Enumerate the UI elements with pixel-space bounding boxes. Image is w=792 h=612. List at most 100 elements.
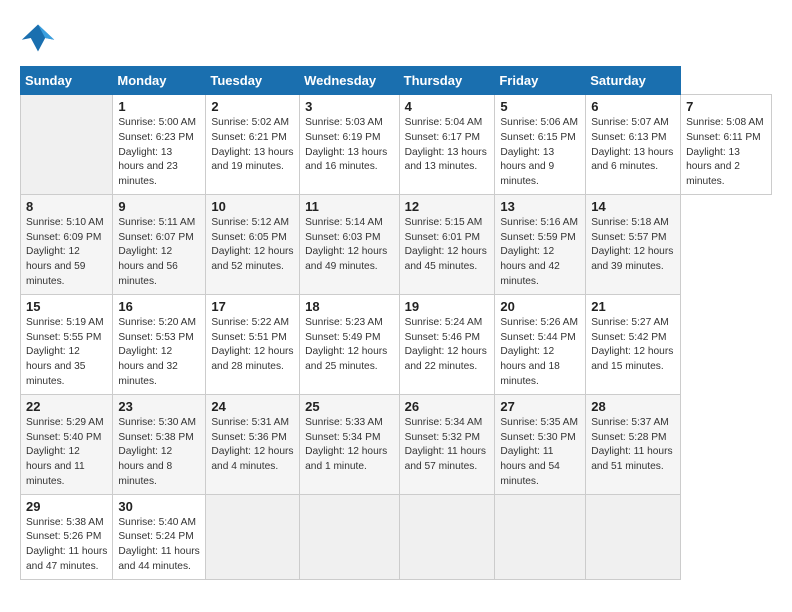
day-info: Sunrise: 5:15 AMSunset: 6:01 PMDaylight:…	[405, 216, 490, 275]
day-info: Sunrise: 5:20 AMSunset: 5:53 PMDaylight:…	[118, 316, 200, 390]
calendar-cell: 29 Sunrise: 5:38 AMSunset: 5:26 PMDayligh…	[21, 494, 113, 579]
day-header-wednesday: Wednesday	[300, 67, 400, 95]
calendar-cell	[300, 494, 400, 579]
day-info: Sunrise: 5:12 AMSunset: 6:05 PMDaylight:…	[211, 216, 294, 275]
calendar-cell: 21Sunrise: 5:27 AMSunset: 5:42 PMDayligh…	[586, 294, 681, 394]
day-number: 3	[305, 99, 394, 114]
calendar-cell	[586, 494, 681, 579]
day-info: Sunrise: 5:03 AMSunset: 6:19 PMDaylight:…	[305, 116, 394, 175]
calendar-cell: 27Sunrise: 5:35 AMSunset: 5:30 PMDayligh…	[495, 394, 586, 494]
day-info: Sunrise: 5:30 AMSunset: 5:38 PMDaylight:…	[118, 416, 200, 490]
day-number: 18	[305, 299, 394, 314]
calendar-cell: 6 Sunrise: 5:07 AMSunset: 6:13 PMDaylight…	[586, 95, 681, 195]
day-info: Sunrise: 5:06 AMSunset: 6:15 PMDaylight:…	[500, 116, 580, 190]
calendar-week-row: 8 Sunrise: 5:10 AMSunset: 6:09 PMDaylight…	[21, 194, 772, 294]
calendar-cell: 10 Sunrise: 5:12 AMSunset: 6:05 PMDayligh…	[206, 194, 300, 294]
day-number: 15	[26, 299, 107, 314]
logo-bird-icon	[20, 20, 56, 56]
day-number: 24	[211, 399, 294, 414]
day-number: 27	[500, 399, 580, 414]
day-header-friday: Friday	[495, 67, 586, 95]
day-info: Sunrise: 5:40 AMSunset: 5:24 PMDaylight:…	[118, 516, 200, 575]
calendar-cell: 16 Sunrise: 5:20 AMSunset: 5:53 PMDayligh…	[113, 294, 206, 394]
day-info: Sunrise: 5:27 AMSunset: 5:42 PMDaylight:…	[591, 316, 675, 375]
calendar-cell: 12Sunrise: 5:15 AMSunset: 6:01 PMDayligh…	[399, 194, 495, 294]
day-info: Sunrise: 5:37 AMSunset: 5:28 PMDaylight:…	[591, 416, 675, 475]
day-info: Sunrise: 5:11 AMSunset: 6:07 PMDaylight:…	[118, 216, 200, 290]
day-info: Sunrise: 5:16 AMSunset: 5:59 PMDaylight:…	[500, 216, 580, 290]
day-number: 23	[118, 399, 200, 414]
day-info: Sunrise: 5:24 AMSunset: 5:46 PMDaylight:…	[405, 316, 490, 375]
day-number: 20	[500, 299, 580, 314]
calendar-cell: 5 Sunrise: 5:06 AMSunset: 6:15 PMDaylight…	[495, 95, 586, 195]
day-info: Sunrise: 5:29 AMSunset: 5:40 PMDaylight:…	[26, 416, 107, 490]
day-info: Sunrise: 5:33 AMSunset: 5:34 PMDaylight:…	[305, 416, 394, 475]
calendar-cell: 1 Sunrise: 5:00 AMSunset: 6:23 PMDaylight…	[113, 95, 206, 195]
calendar-cell: 28 Sunrise: 5:37 AMSunset: 5:28 PMDayligh…	[586, 394, 681, 494]
day-info: Sunrise: 5:10 AMSunset: 6:09 PMDaylight:…	[26, 216, 107, 290]
calendar-cell: 23 Sunrise: 5:30 AMSunset: 5:38 PMDayligh…	[113, 394, 206, 494]
calendar-cell: 14Sunrise: 5:18 AMSunset: 5:57 PMDayligh…	[586, 194, 681, 294]
day-info: Sunrise: 5:19 AMSunset: 5:55 PMDaylight:…	[26, 316, 107, 390]
day-number: 26	[405, 399, 490, 414]
day-number: 14	[591, 199, 675, 214]
day-number: 16	[118, 299, 200, 314]
day-info: Sunrise: 5:00 AMSunset: 6:23 PMDaylight:…	[118, 116, 200, 190]
day-number: 7	[686, 99, 766, 114]
calendar-cell: 26 Sunrise: 5:34 AMSunset: 5:32 PMDayligh…	[399, 394, 495, 494]
day-header-sunday: Sunday	[21, 67, 113, 95]
day-number: 13	[500, 199, 580, 214]
day-number: 6	[591, 99, 675, 114]
calendar-table: SundayMondayTuesdayWednesdayThursdayFrid…	[20, 66, 772, 580]
day-info: Sunrise: 5:07 AMSunset: 6:13 PMDaylight:…	[591, 116, 675, 175]
day-info: Sunrise: 5:26 AMSunset: 5:44 PMDaylight:…	[500, 316, 580, 390]
calendar-cell: 13 Sunrise: 5:16 AMSunset: 5:59 PMDayligh…	[495, 194, 586, 294]
calendar-cell: 8 Sunrise: 5:10 AMSunset: 6:09 PMDaylight…	[21, 194, 113, 294]
day-number: 10	[211, 199, 294, 214]
calendar-cell: 3 Sunrise: 5:03 AMSunset: 6:19 PMDaylight…	[300, 95, 400, 195]
day-info: Sunrise: 5:34 AMSunset: 5:32 PMDaylight:…	[405, 416, 490, 475]
day-header-monday: Monday	[113, 67, 206, 95]
calendar-cell: 22Sunrise: 5:29 AMSunset: 5:40 PMDayligh…	[21, 394, 113, 494]
calendar-week-row: 22Sunrise: 5:29 AMSunset: 5:40 PMDayligh…	[21, 394, 772, 494]
day-info: Sunrise: 5:31 AMSunset: 5:36 PMDaylight:…	[211, 416, 294, 475]
day-number: 1	[118, 99, 200, 114]
day-number: 28	[591, 399, 675, 414]
day-info: Sunrise: 5:22 AMSunset: 5:51 PMDaylight:…	[211, 316, 294, 375]
day-info: Sunrise: 5:04 AMSunset: 6:17 PMDaylight:…	[405, 116, 490, 175]
calendar-cell	[21, 95, 113, 195]
calendar-cell: 19 Sunrise: 5:24 AMSunset: 5:46 PMDayligh…	[399, 294, 495, 394]
day-info: Sunrise: 5:23 AMSunset: 5:49 PMDaylight:…	[305, 316, 394, 375]
calendar-cell	[206, 494, 300, 579]
day-number: 5	[500, 99, 580, 114]
day-info: Sunrise: 5:02 AMSunset: 6:21 PMDaylight:…	[211, 116, 294, 175]
day-number: 2	[211, 99, 294, 114]
day-header-saturday: Saturday	[586, 67, 681, 95]
calendar-week-row: 15 Sunrise: 5:19 AMSunset: 5:55 PMDayligh…	[21, 294, 772, 394]
calendar-cell: 2 Sunrise: 5:02 AMSunset: 6:21 PMDaylight…	[206, 95, 300, 195]
day-number: 11	[305, 199, 394, 214]
day-info: Sunrise: 5:08 AMSunset: 6:11 PMDaylight:…	[686, 116, 766, 190]
logo	[20, 20, 62, 56]
calendar-header-row: SundayMondayTuesdayWednesdayThursdayFrid…	[21, 67, 772, 95]
calendar-cell: 24 Sunrise: 5:31 AMSunset: 5:36 PMDayligh…	[206, 394, 300, 494]
day-number: 29	[26, 499, 107, 514]
calendar-cell: 11 Sunrise: 5:14 AMSunset: 6:03 PMDayligh…	[300, 194, 400, 294]
day-number: 8	[26, 199, 107, 214]
calendar-cell: 15 Sunrise: 5:19 AMSunset: 5:55 PMDayligh…	[21, 294, 113, 394]
day-number: 17	[211, 299, 294, 314]
day-info: Sunrise: 5:38 AMSunset: 5:26 PMDaylight:…	[26, 516, 107, 575]
day-number: 25	[305, 399, 394, 414]
day-number: 19	[405, 299, 490, 314]
calendar-cell	[495, 494, 586, 579]
day-number: 9	[118, 199, 200, 214]
page-header	[20, 20, 772, 56]
calendar-cell: 4Sunrise: 5:04 AMSunset: 6:17 PMDaylight…	[399, 95, 495, 195]
day-info: Sunrise: 5:14 AMSunset: 6:03 PMDaylight:…	[305, 216, 394, 275]
day-header-tuesday: Tuesday	[206, 67, 300, 95]
calendar-cell: 30Sunrise: 5:40 AMSunset: 5:24 PMDayligh…	[113, 494, 206, 579]
calendar-cell: 7 Sunrise: 5:08 AMSunset: 6:11 PMDaylight…	[681, 95, 772, 195]
day-header-thursday: Thursday	[399, 67, 495, 95]
calendar-cell: 25 Sunrise: 5:33 AMSunset: 5:34 PMDayligh…	[300, 394, 400, 494]
calendar-cell: 20 Sunrise: 5:26 AMSunset: 5:44 PMDayligh…	[495, 294, 586, 394]
